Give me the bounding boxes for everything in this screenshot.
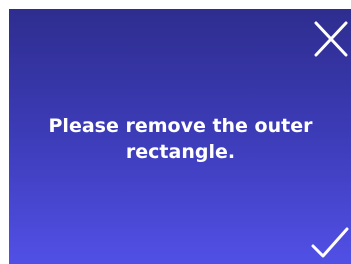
confirm-button[interactable] xyxy=(310,226,350,260)
close-button[interactable] xyxy=(312,21,350,57)
checkmark-icon xyxy=(311,227,349,258)
instruction-message: Please remove the outer rectangle. xyxy=(48,115,313,163)
close-icon xyxy=(314,21,348,57)
prompt-dialog: Please remove the outer rectangle. xyxy=(9,9,351,264)
